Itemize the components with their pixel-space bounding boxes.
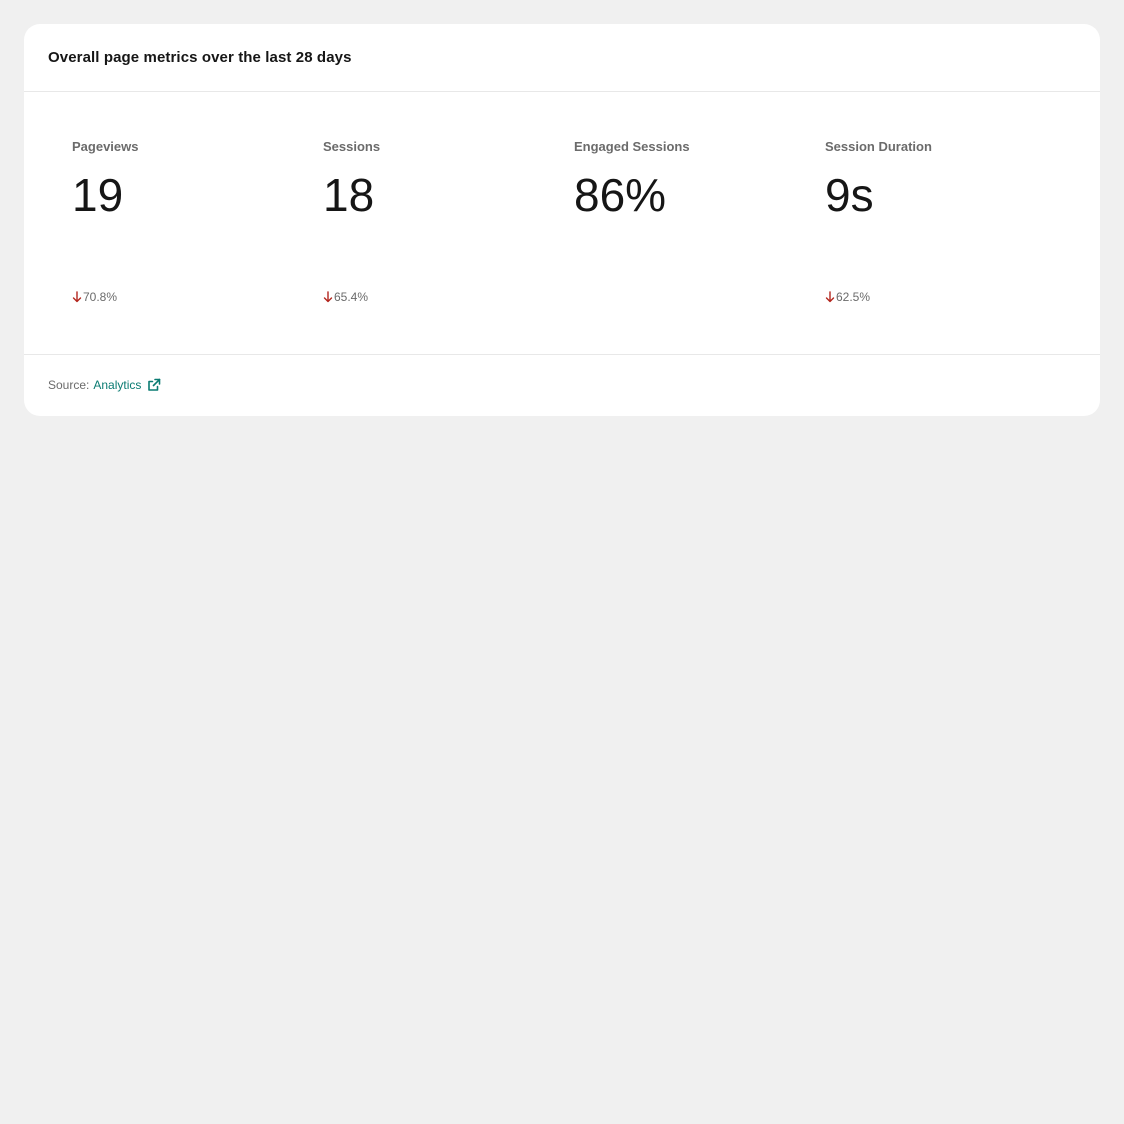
metric-change-value: 62.5% — [836, 290, 871, 304]
arrow-down-icon — [72, 291, 82, 303]
metric-pageviews: Pageviews 19 70.8% — [72, 92, 323, 354]
metric-sessions: Sessions 18 65.4% — [323, 92, 574, 354]
metric-change: 65.4% — [323, 290, 368, 304]
metric-change: 70.8% — [72, 290, 117, 304]
metric-value: 18 — [323, 169, 375, 221]
metric-label: Engaged Sessions — [574, 139, 690, 154]
card-title: Overall page metrics over the last 28 da… — [48, 49, 352, 66]
metric-value: 19 — [72, 169, 124, 221]
metric-session-duration: Session Duration 9s 62.5% — [825, 92, 1076, 354]
metric-label: Sessions — [323, 139, 381, 154]
card-footer: Source: Analytics — [24, 355, 1100, 415]
metric-value: 86% — [574, 169, 667, 221]
metric-change-value: 65.4% — [334, 290, 369, 304]
card-header: Overall page metrics over the last 28 da… — [24, 24, 1100, 92]
metric-change: 62.5% — [825, 290, 870, 304]
analytics-link[interactable]: Analytics — [93, 378, 161, 392]
arrow-down-icon — [323, 291, 333, 303]
metric-label: Session Duration — [825, 139, 932, 154]
external-link-icon — [148, 378, 161, 391]
source-label: Source: — [48, 378, 90, 392]
metric-engaged-sessions: Engaged Sessions 86% — [574, 92, 825, 354]
metrics-card: Overall page metrics over the last 28 da… — [24, 24, 1100, 416]
analytics-link-label: Analytics — [93, 378, 142, 392]
metric-value: 9s — [825, 169, 874, 221]
metric-change-value: 70.8% — [83, 290, 118, 304]
metric-label: Pageviews — [72, 139, 139, 154]
metrics-row: Pageviews 19 70.8% Sessions 18 65.4% Eng… — [24, 92, 1100, 355]
arrow-down-icon — [825, 291, 835, 303]
